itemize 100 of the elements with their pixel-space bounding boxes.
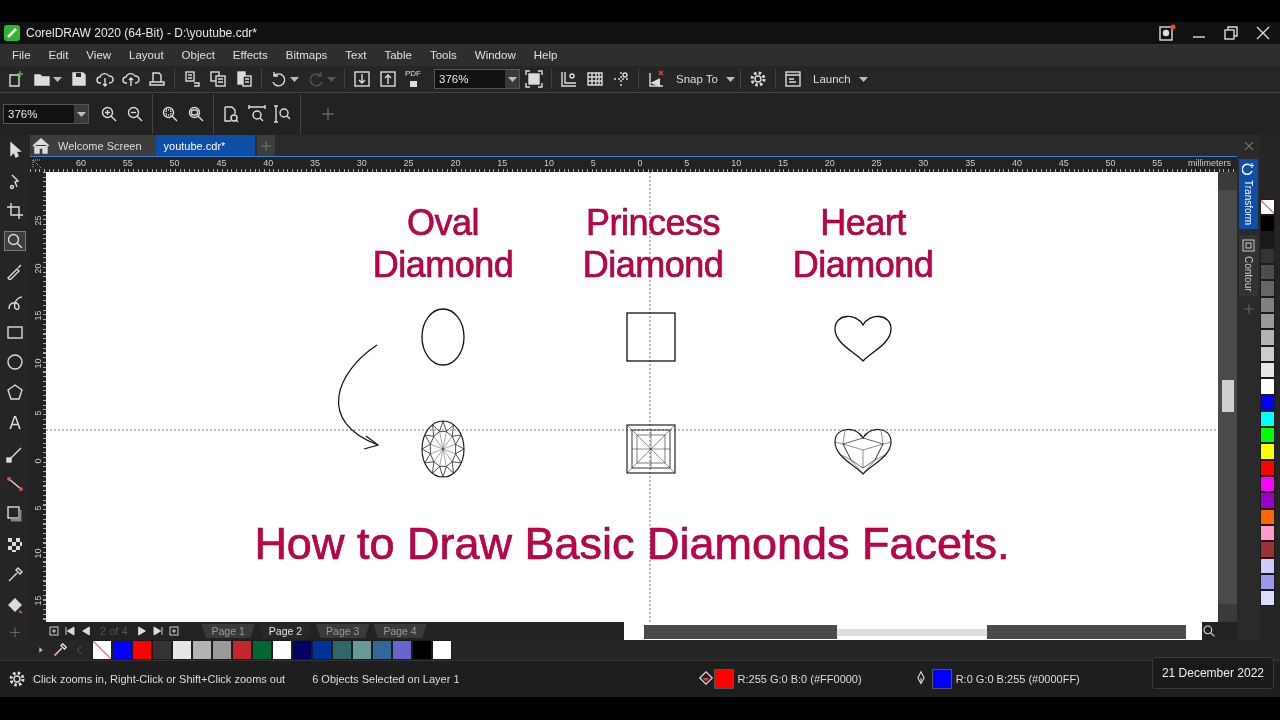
color-swatch[interactable] <box>1260 443 1275 460</box>
menu-item[interactable]: Effects <box>226 49 280 61</box>
first-page-icon[interactable] <box>64 625 76 637</box>
document-tab[interactable]: Welcome Screen <box>30 135 156 156</box>
account-icon[interactable] <box>1158 24 1176 42</box>
color-swatch[interactable] <box>1260 215 1275 232</box>
docker-tab[interactable]: Transform <box>1239 159 1258 230</box>
cloud-upload-icon[interactable] <box>122 70 140 88</box>
restore-icon[interactable] <box>1222 24 1240 42</box>
zoom-selected-icon[interactable] <box>161 105 179 123</box>
full-screen-icon[interactable] <box>525 70 543 88</box>
page-tab[interactable]: Page 3 <box>316 624 370 638</box>
color-swatch[interactable] <box>1260 264 1275 281</box>
pdf-button[interactable]: PDF <box>402 70 424 88</box>
color-swatch[interactable] <box>1260 280 1275 297</box>
copy-icon[interactable] <box>209 70 227 88</box>
window-icon[interactable] <box>784 70 802 88</box>
no-color-swatch[interactable] <box>92 640 112 660</box>
add-tool-icon[interactable] <box>7 625 23 640</box>
import-layout-icon[interactable] <box>183 70 201 88</box>
color-swatch[interactable] <box>232 640 252 660</box>
menu-item[interactable]: View <box>80 49 124 61</box>
page-tab[interactable]: Page 2 <box>258 624 313 638</box>
vertical-scrollbar[interactable] <box>1218 172 1237 622</box>
zoom-level-combo[interactable]: 376% <box>3 104 89 124</box>
ellipse-tool[interactable] <box>4 351 26 373</box>
next-page-icon[interactable] <box>135 625 148 637</box>
caret-icon[interactable] <box>53 76 62 82</box>
text-tool-button[interactable]: A <box>4 412 26 435</box>
undo-icon[interactable] <box>270 70 288 88</box>
guide-line[interactable] <box>46 429 1218 431</box>
previous-page-icon[interactable] <box>80 625 92 637</box>
zoom-in-icon[interactable] <box>100 105 118 123</box>
menu-item[interactable]: Object <box>175 49 227 61</box>
color-swatch[interactable] <box>1260 427 1275 444</box>
color-swatch[interactable] <box>1260 476 1275 493</box>
launch-dropdown[interactable]: Launch <box>807 73 857 85</box>
crop-tool[interactable] <box>4 200 26 222</box>
docker-tab[interactable]: Contour <box>1239 235 1258 296</box>
paste-icon[interactable] <box>235 70 253 88</box>
zoom-all-icon[interactable] <box>187 105 205 123</box>
menu-item[interactable]: Table <box>378 49 424 61</box>
color-swatch[interactable] <box>1260 590 1275 607</box>
guide-line[interactable] <box>649 172 651 622</box>
rulers-icon[interactable] <box>560 70 578 88</box>
color-swatch[interactable] <box>1260 313 1275 330</box>
settings-icon[interactable] <box>8 670 26 688</box>
color-swatch[interactable] <box>212 640 232 660</box>
menu-item[interactable]: File <box>6 49 43 61</box>
print-icon[interactable] <box>148 70 166 88</box>
eyedropper-icon[interactable] <box>52 642 68 658</box>
color-swatch[interactable] <box>1260 492 1275 509</box>
caret-icon[interactable] <box>76 111 86 117</box>
menu-item[interactable]: Tools <box>423 49 469 61</box>
page-tab[interactable]: Page 1 <box>201 624 255 638</box>
page-tab[interactable]: Page 4 <box>373 624 427 638</box>
menu-item[interactable]: Text <box>339 49 379 61</box>
polygon-tool[interactable] <box>4 381 26 403</box>
close-icon[interactable] <box>1254 24 1272 42</box>
color-swatch[interactable] <box>392 640 412 660</box>
caret-icon[interactable] <box>858 76 868 82</box>
snap-off-icon[interactable] <box>647 70 665 88</box>
color-swatch[interactable] <box>312 640 332 660</box>
menu-item[interactable]: Layout <box>123 49 176 61</box>
caret-icon[interactable] <box>507 76 517 82</box>
color-swatch[interactable] <box>292 640 312 660</box>
zoom-combo[interactable]: 376% <box>434 69 520 89</box>
caret-icon[interactable] <box>290 76 299 82</box>
color-swatch[interactable] <box>1260 329 1275 346</box>
import-icon[interactable] <box>353 70 371 88</box>
menu-item[interactable]: Bitmaps <box>279 49 340 61</box>
no-color-swatch[interactable] <box>1260 199 1275 216</box>
zoom-page-icon[interactable] <box>222 105 240 123</box>
color-swatch[interactable] <box>1260 541 1275 558</box>
cloud-download-icon[interactable] <box>96 70 114 88</box>
snap-to-dropdown[interactable]: Snap To <box>670 73 724 85</box>
document-tab[interactable]: youtube.cdr* <box>155 135 256 156</box>
color-swatch[interactable] <box>112 640 132 660</box>
color-swatch[interactable] <box>332 640 352 660</box>
color-swatch[interactable] <box>432 640 452 660</box>
zoom-width-icon[interactable] <box>248 105 266 123</box>
zoom-out-icon[interactable] <box>126 105 144 123</box>
export-icon[interactable] <box>379 70 397 88</box>
last-page-icon[interactable] <box>151 625 164 637</box>
color-swatch[interactable] <box>1260 378 1275 395</box>
add-page-icon[interactable] <box>48 625 60 637</box>
horizontal-scrollbar[interactable] <box>624 622 1202 640</box>
grid-icon[interactable] <box>586 70 604 88</box>
menu-item[interactable]: Window <box>468 49 528 61</box>
zoom-height-icon[interactable] <box>274 105 292 123</box>
color-swatch[interactable] <box>132 640 152 660</box>
settings-icon[interactable] <box>749 70 767 88</box>
color-swatch[interactable] <box>272 640 292 660</box>
color-swatch[interactable] <box>252 640 272 660</box>
menu-item[interactable]: Edit <box>42 49 81 61</box>
new-document-icon[interactable] <box>7 70 25 88</box>
zoom-tool[interactable] <box>4 230 26 252</box>
menu-item[interactable]: Help <box>527 49 570 61</box>
zoom-icon[interactable] <box>1202 624 1216 638</box>
color-swatch[interactable] <box>192 640 212 660</box>
